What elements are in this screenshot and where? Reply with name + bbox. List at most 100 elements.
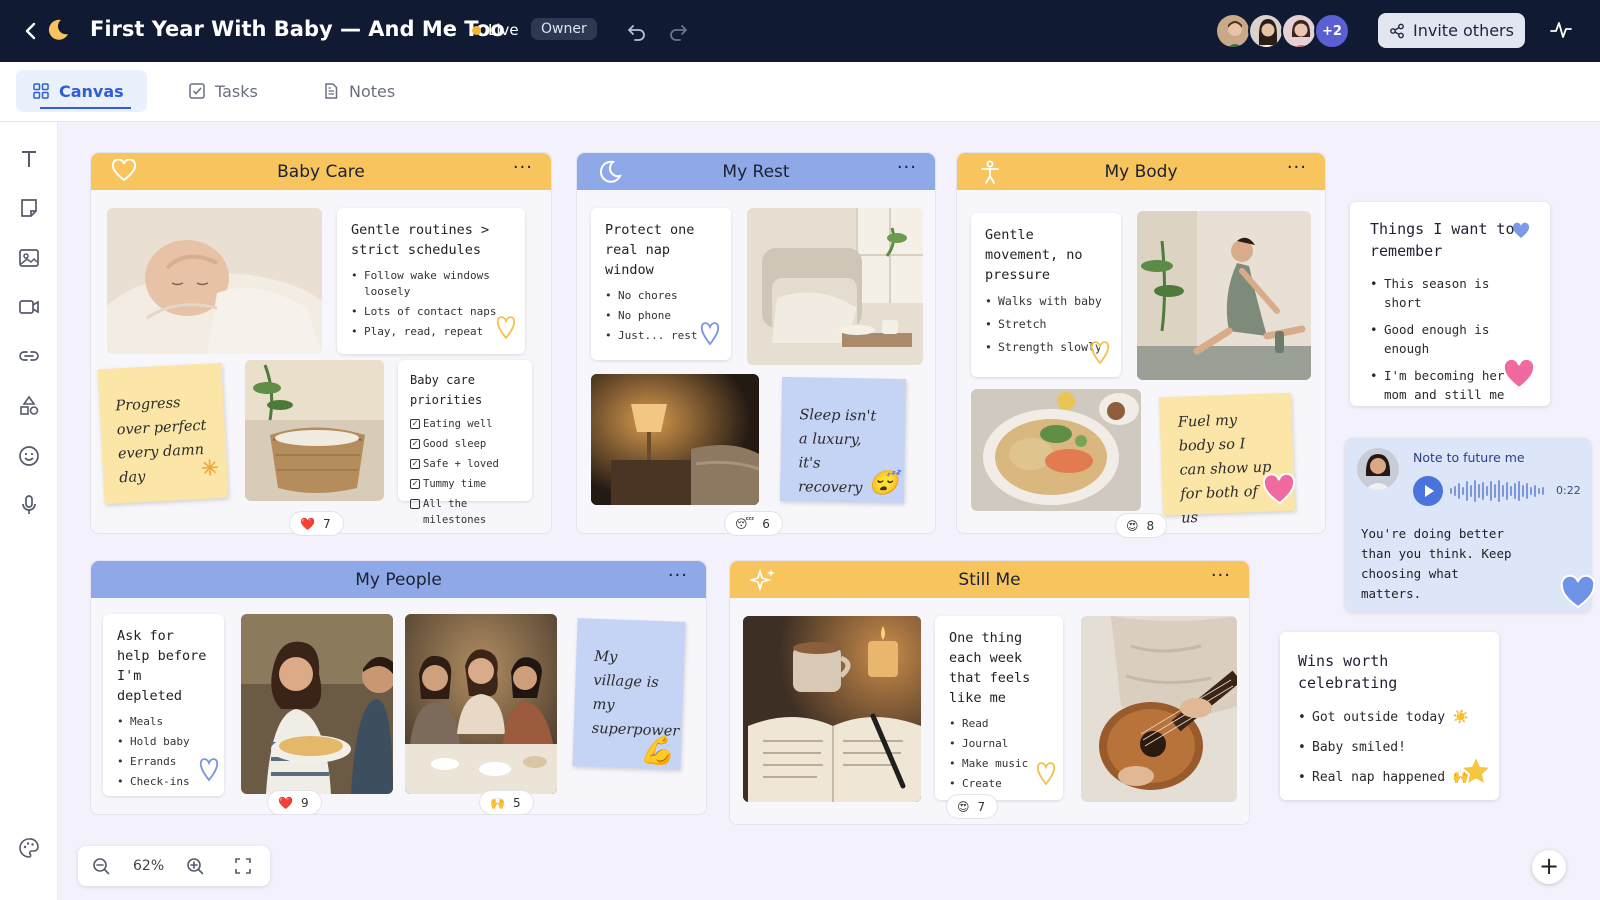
image-tool-icon[interactable] bbox=[17, 246, 41, 270]
live-label: Live bbox=[488, 21, 519, 39]
tab-label: Canvas bbox=[59, 81, 124, 101]
add-item-button[interactable]: + bbox=[1532, 850, 1566, 884]
fullscreen-icon[interactable] bbox=[234, 857, 252, 879]
palette-icon[interactable] bbox=[17, 836, 41, 860]
list-item: Baby smiled! bbox=[1298, 738, 1481, 757]
card-list: Meals Hold baby Errands Check-ins bbox=[117, 714, 210, 790]
checkbox-checked[interactable]: ✓ bbox=[410, 459, 420, 469]
checkbox-icon bbox=[189, 83, 205, 99]
avatar bbox=[1357, 448, 1399, 490]
microphone-tool-icon[interactable] bbox=[17, 493, 41, 517]
list-item: Journal bbox=[949, 736, 1049, 752]
panel-title: Still Me bbox=[958, 569, 1021, 590]
checkbox-checked[interactable]: ✓ bbox=[410, 479, 420, 489]
back-arrow-icon[interactable] bbox=[22, 20, 42, 42]
list-item: Got outside today ☀️ bbox=[1298, 708, 1481, 727]
tab-canvas[interactable]: Canvas bbox=[16, 70, 147, 112]
checklist-item[interactable]: ✓ Safe + loved bbox=[410, 456, 520, 472]
reaction-badge[interactable]: 😴 6 bbox=[724, 511, 783, 536]
checklist-item[interactable]: ✓ Good sleep bbox=[410, 436, 520, 452]
shapes-tool-icon[interactable] bbox=[17, 394, 41, 418]
more-options-icon[interactable]: ··· bbox=[513, 157, 533, 178]
panel-my-rest[interactable]: My Rest ··· Protect one real nap window … bbox=[576, 152, 936, 536]
sparkles-icon bbox=[748, 567, 778, 598]
sleepy-face-icon: 😴 bbox=[868, 468, 899, 497]
more-collaborators[interactable]: +2 bbox=[1314, 13, 1350, 49]
ask-for-help-card[interactable]: Ask for help before I'm depleted Meals H… bbox=[103, 614, 224, 796]
checkbox-unchecked[interactable] bbox=[410, 499, 420, 509]
undo-icon[interactable] bbox=[626, 20, 648, 42]
audio-waveform[interactable] bbox=[1449, 478, 1549, 508]
list-item: Lots of contact naps bbox=[351, 304, 511, 320]
heart-doodle-icon bbox=[1035, 760, 1057, 790]
panel-title: My Rest bbox=[722, 161, 790, 182]
reaction-emoji: 😍 bbox=[1126, 518, 1139, 533]
invite-button[interactable]: Invite others bbox=[1378, 13, 1525, 48]
checklist-item[interactable]: ✓ Tummy time bbox=[410, 476, 520, 492]
reaction-badge[interactable]: ❤️ 9 bbox=[267, 790, 322, 815]
sparkle-doodle-icon bbox=[200, 458, 219, 485]
list-item: Real nap happened 🙌 bbox=[1298, 768, 1481, 787]
activity-icon[interactable] bbox=[1549, 18, 1573, 46]
more-options-icon[interactable]: ··· bbox=[1287, 157, 1307, 178]
emoji-tool-icon[interactable] bbox=[17, 444, 41, 468]
zoom-controls: 62% bbox=[78, 846, 270, 886]
sticky-note-village[interactable]: My village is my superpower 💪 bbox=[572, 618, 686, 770]
redo-icon[interactable] bbox=[667, 20, 689, 42]
more-options-icon[interactable]: ··· bbox=[668, 565, 688, 586]
wins-card[interactable]: Wins worth celebrating Got outside today… bbox=[1280, 632, 1499, 800]
nap-window-card[interactable]: Protect one real nap window No chores No… bbox=[591, 208, 731, 360]
panel-header[interactable]: Still Me ··· bbox=[730, 561, 1249, 598]
card-title: Ask for help before I'm depleted bbox=[117, 628, 207, 704]
sticky-note-sleep[interactable]: Sleep isn't a luxury, it's recovery 😴 bbox=[779, 376, 907, 504]
play-button[interactable] bbox=[1413, 476, 1443, 506]
link-tool-icon[interactable] bbox=[17, 344, 41, 368]
reaction-count: 9 bbox=[300, 795, 309, 810]
movement-card[interactable]: Gentle movement, no pressure Walks with … bbox=[971, 213, 1121, 377]
reaction-badge[interactable]: 😍 8 bbox=[1115, 513, 1168, 538]
checklist-item[interactable]: All the milestones bbox=[410, 496, 520, 528]
one-thing-card[interactable]: One thing each week that feels like me R… bbox=[935, 616, 1063, 800]
reaction-badge[interactable]: ❤️ 7 bbox=[289, 511, 344, 536]
video-tool-icon[interactable] bbox=[17, 295, 41, 319]
more-options-icon[interactable]: ··· bbox=[897, 157, 917, 178]
view-tabs: Canvas Tasks Notes bbox=[0, 62, 1600, 122]
panel-baby-care[interactable]: Baby Care ··· Gentle routines > strict s… bbox=[90, 152, 552, 536]
more-options-icon[interactable]: ··· bbox=[1211, 565, 1231, 586]
panel-title: My People bbox=[355, 569, 442, 590]
panel-still-me[interactable]: Still Me ··· One thing each week that fe… bbox=[729, 560, 1250, 825]
panel-header[interactable]: Baby Care ··· bbox=[91, 153, 551, 190]
zoom-in-icon[interactable] bbox=[186, 857, 204, 879]
tab-tasks[interactable]: Tasks bbox=[172, 70, 274, 112]
zoom-out-icon[interactable] bbox=[92, 857, 110, 879]
panel-my-people[interactable]: My People ··· Ask for help before I'm de… bbox=[90, 560, 707, 815]
list-item: Follow wake windows loosely bbox=[351, 268, 511, 300]
reaction-emoji: 🙌 bbox=[490, 795, 505, 810]
panel-header[interactable]: My Body ··· bbox=[957, 153, 1325, 190]
reaction-badge[interactable]: 🙌 5 bbox=[479, 790, 534, 815]
voice-note-card[interactable]: Note to future me 0:22 You're doing bett… bbox=[1345, 438, 1596, 612]
checkbox-checked[interactable]: ✓ bbox=[410, 439, 420, 449]
priorities-card[interactable]: Baby care priorities ✓ Eating well ✓ Good … bbox=[398, 360, 532, 526]
flexed-bicep-icon: 💪 bbox=[639, 733, 676, 768]
tab-notes[interactable]: Notes bbox=[306, 70, 411, 112]
list-item: Meals bbox=[117, 714, 210, 730]
avatar[interactable] bbox=[1215, 13, 1251, 49]
note-tool-icon[interactable] bbox=[17, 196, 41, 220]
checklist-item[interactable]: ✓ Eating well bbox=[410, 416, 520, 432]
list-item: Stretch bbox=[985, 316, 1107, 332]
panel-header[interactable]: My People ··· bbox=[91, 561, 706, 598]
board-title[interactable]: First Year With Baby — And Me Too bbox=[90, 17, 505, 41]
avatar[interactable] bbox=[1248, 13, 1284, 49]
zoom-level[interactable]: 62% bbox=[133, 858, 164, 874]
remember-card[interactable]: Things I want to remember This season is… bbox=[1350, 202, 1550, 406]
sticky-note-progress[interactable]: Progress over perfect every damn day bbox=[97, 362, 229, 505]
checkbox-checked[interactable]: ✓ bbox=[410, 419, 420, 429]
reaction-badge[interactable]: 😍 7 bbox=[946, 794, 999, 819]
panel-my-body[interactable]: My Body ··· Gentle movement, no pressure… bbox=[956, 152, 1326, 538]
avatar[interactable] bbox=[1281, 13, 1317, 49]
panel-header[interactable]: My Rest ··· bbox=[577, 153, 935, 190]
routines-card[interactable]: Gentle routines > strict schedules Follo… bbox=[337, 208, 525, 354]
sticky-note-fuel[interactable]: Fuel my body so I can show up for both o… bbox=[1158, 392, 1296, 527]
text-tool-icon[interactable] bbox=[17, 147, 41, 171]
